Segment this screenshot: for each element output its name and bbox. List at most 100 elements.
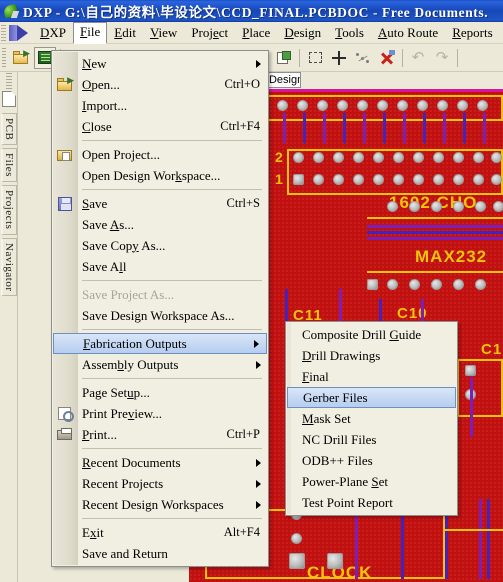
file-menu-save-project-as-label: Save Project As... [82, 286, 175, 302]
file-menu-open[interactable]: ▶ Open... Ctrl+O [52, 74, 268, 95]
pcb-pad [409, 279, 420, 290]
redo-arrow-icon: ↷ [435, 49, 449, 66]
menu-edit[interactable]: Edit [107, 23, 143, 43]
pcb-pad [477, 100, 488, 111]
pcb-silk-line [367, 271, 503, 273]
file-menu-exit[interactable]: Exit Alt+F4 [52, 522, 268, 543]
document-icon[interactable] [1, 91, 16, 107]
file-menu-save-design-workspace-as[interactable]: Save Design Workspace As... [52, 305, 268, 326]
undo-arrow-icon: ↶ [411, 49, 425, 66]
file-menu-save[interactable]: Save Ctrl+S [52, 193, 268, 214]
pcb-pad [293, 152, 304, 163]
file-menu-recent-design-workspaces[interactable]: Recent Design Workspaces [52, 494, 268, 515]
submenu-test-point-report-label: Test Point Report [302, 494, 393, 510]
panel-tab-projects[interactable]: Projects [1, 185, 17, 235]
file-menu-page-setup[interactable]: Page Setup... [52, 382, 268, 403]
menu-dxp[interactable]: DXP [33, 23, 73, 43]
submenu-drill-drawings[interactable]: Drill Drawings [286, 345, 457, 366]
move-button[interactable] [328, 47, 350, 69]
silk-label-c1: C1 [481, 341, 503, 358]
submenu-odb-plus-plus-files[interactable]: ODB++ Files [286, 450, 457, 471]
file-menu-separator-3 [82, 280, 262, 281]
pcb-pad [337, 100, 348, 111]
align-button[interactable] [352, 47, 374, 69]
file-menu-import[interactable]: Import... [52, 95, 268, 116]
pcb-pad [453, 152, 464, 163]
file-menu-recent-projects[interactable]: Recent Projects [52, 473, 268, 494]
pcb-pad [437, 100, 448, 111]
chevron-right-icon [256, 59, 261, 68]
file-menu-print-accel: Ctrl+P [226, 427, 260, 441]
left-dock-grip[interactable] [5, 73, 12, 89]
file-menu-save-and-return[interactable]: Save and Return [52, 543, 268, 564]
file-menu-assembly-outputs[interactable]: Assembly Outputs [52, 354, 268, 375]
submenu-nc-drill-files[interactable]: NC Drill Files [286, 429, 457, 450]
pcb-pad [373, 152, 384, 163]
pcb-pad [377, 100, 388, 111]
pcb-trace [423, 113, 426, 143]
redo-button[interactable]: ↷ [431, 47, 453, 69]
dxp-logo-icon[interactable] [8, 24, 30, 42]
submenu-test-point-report[interactable]: Test Point Report [286, 492, 457, 513]
panel-tab-navigator[interactable]: Navigator [1, 237, 17, 297]
file-menu-save-all[interactable]: Save All [52, 256, 268, 277]
file-menu-open-project[interactable]: Open Project... [52, 144, 268, 165]
pcb-pad [313, 174, 324, 185]
pcb-trace [363, 113, 366, 143]
clear-selection-button[interactable] [376, 47, 398, 69]
menu-file[interactable]: File [73, 21, 108, 44]
file-menu-open-design-workspace[interactable]: Open Design Workspace... [52, 165, 268, 186]
pcb-trace [463, 113, 466, 143]
submenu-gerber-files-label: Gerber Files [303, 389, 368, 405]
open-document-button[interactable]: ▶ [10, 47, 32, 69]
submenu-gerber-files[interactable]: Gerber Files [287, 387, 456, 408]
file-menu-save-project-as: Save Project As... [52, 284, 268, 305]
pcb-component-outline-c1 [457, 359, 503, 417]
submenu-composite-drill-guide[interactable]: Composite Drill Guide [286, 324, 457, 345]
pcb-silk-line [445, 529, 503, 531]
panel-tab-files[interactable]: Files [1, 148, 17, 183]
menu-auto-route[interactable]: Auto Route [371, 23, 445, 43]
submenu-power-plane-set[interactable]: Power-Plane Set [286, 471, 457, 492]
toolbar-grip-1[interactable] [2, 47, 6, 68]
menu-tools[interactable]: Tools [328, 23, 371, 43]
silk-label-max232: MAX232 [415, 247, 488, 266]
file-menu-save-as[interactable]: Save As... [52, 214, 268, 235]
undo-button[interactable]: ↶ [407, 47, 429, 69]
pcb-pad [357, 100, 368, 111]
duplicate-icon [276, 50, 292, 65]
file-menu-print-preview[interactable]: Print Preview... [52, 403, 268, 424]
menu-view[interactable]: View [143, 23, 184, 43]
file-menu-save-copy-as[interactable]: Save Copy As... [52, 235, 268, 256]
pcb-pad [473, 174, 484, 185]
menu-place[interactable]: Place [235, 23, 277, 43]
submenu-mask-set[interactable]: Mask Set [286, 408, 457, 429]
file-menu-recent-documents[interactable]: Recent Documents [52, 452, 268, 473]
pcb-pad [353, 174, 364, 185]
pcb-pad [431, 201, 442, 212]
file-menu-print[interactable]: Print... Ctrl+P [52, 424, 268, 445]
save-disk-icon [56, 196, 74, 211]
submenu-nc-drill-files-label: NC Drill Files [302, 431, 377, 447]
file-menu-fabrication-outputs[interactable]: Fabrication Outputs [53, 333, 267, 354]
menu-reports[interactable]: Reports [445, 23, 499, 43]
panel-tab-pcb[interactable]: PCB [1, 113, 17, 146]
submenu-final[interactable]: Final [286, 366, 457, 387]
pcb-pad [317, 100, 328, 111]
duplicate-button[interactable] [273, 47, 295, 69]
pcb-trace [483, 113, 486, 143]
pcb-pad [433, 152, 444, 163]
pcb-pad [367, 279, 378, 290]
menu-project[interactable]: Project [184, 23, 235, 43]
move-crosshair-icon [332, 50, 346, 65]
silk-label-pin1: 1 [275, 171, 284, 187]
file-menu-new[interactable]: New [52, 53, 268, 74]
file-menu-close[interactable]: Close Ctrl+F4 [52, 116, 268, 137]
fabrication-outputs-submenu: Composite Drill Guide Drill Drawings Fin… [285, 321, 458, 516]
menubar-grip[interactable] [1, 24, 6, 41]
file-menu-separator-5 [82, 378, 262, 379]
open-folder-icon: ▶ [56, 76, 74, 92]
menu-design[interactable]: Design [277, 23, 328, 43]
select-area-button[interactable] [304, 47, 326, 69]
pcb-pad [433, 174, 444, 185]
